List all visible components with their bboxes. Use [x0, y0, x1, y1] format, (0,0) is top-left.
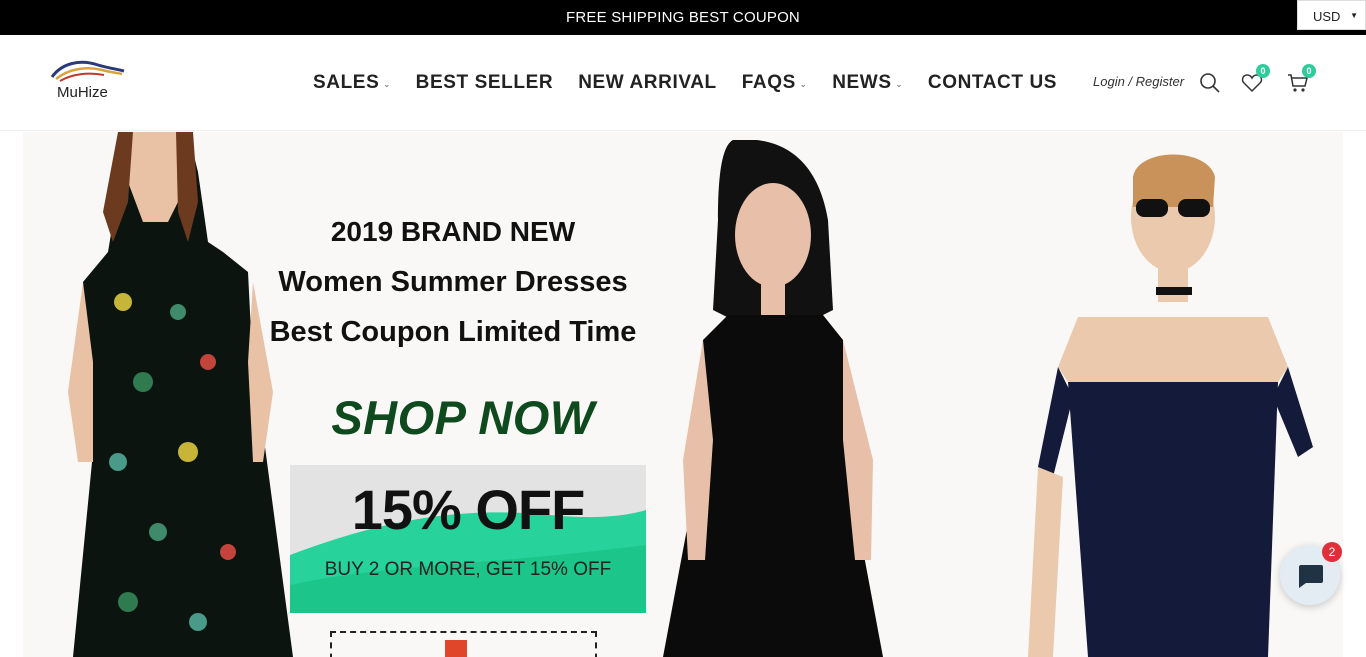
chevron-down-icon: ⌄ — [895, 80, 903, 89]
nav-label: BEST SELLER — [415, 72, 554, 93]
nav-label: FAQS — [741, 72, 796, 93]
announcement-text: FREE SHIPPING BEST COUPON — [566, 9, 800, 26]
brand-tag-icon — [445, 640, 467, 657]
nav-item-best-seller[interactable]: BEST SELLER — [416, 72, 554, 94]
currency-value: USD — [1313, 9, 1341, 24]
site-header: MuHize SALES ⌄ BEST SELLER NEW ARRIVAL F… — [0, 35, 1366, 131]
hero-line-3: Best Coupon Limited Time — [269, 316, 637, 348]
nav-label: SALES — [313, 72, 380, 93]
nav-label: NEW ARRIVAL — [578, 72, 717, 93]
logo-text: MuHize — [57, 84, 108, 101]
chevron-down-icon: ⌄ — [799, 80, 808, 89]
cart-button[interactable]: 0 — [1286, 64, 1316, 95]
nav-item-faqs[interactable]: FAQS ⌄ — [742, 72, 807, 94]
chevron-down-icon: ▼ — [1350, 11, 1358, 20]
nav-label: CONTACT US — [927, 72, 1058, 93]
chat-unread-badge: 2 — [1322, 542, 1342, 562]
shop-now-button[interactable]: SHOP NOW — [253, 390, 673, 445]
wishlist-button[interactable]: 0 — [1240, 64, 1270, 95]
nav-item-sales[interactable]: SALES ⌄ — [313, 72, 391, 94]
discount-subtext: BUY 2 OR MORE, GET 15% OFF — [324, 559, 612, 580]
coupon-code-box — [330, 631, 597, 657]
nav-item-news[interactable]: NEWS ⌄ — [832, 72, 903, 94]
nav-item-contact-us[interactable]: CONTACT US — [928, 72, 1057, 94]
wishlist-count-badge: 0 — [1256, 64, 1270, 78]
hero-line-1: 2019 BRAND NEW — [330, 216, 576, 247]
discount-card: 15% OFF BUY 2 OR MORE, GET 15% OFF — [290, 465, 646, 613]
cart-count-badge: 0 — [1302, 64, 1316, 78]
announcement-bar: FREE SHIPPING BEST COUPON USD ▼ — [0, 0, 1366, 35]
model-black-dress-image — [663, 140, 883, 657]
search-button[interactable] — [1198, 71, 1222, 95]
logo-car-icon — [50, 60, 125, 82]
search-icon — [1200, 73, 1220, 93]
discount-percent: 15% OFF — [351, 478, 586, 541]
nav-item-new-arrival[interactable]: NEW ARRIVAL — [578, 72, 717, 94]
chat-launcher-button[interactable]: 2 — [1280, 542, 1342, 605]
hero-line-2: Women Summer Dresses — [278, 266, 628, 298]
currency-selector[interactable]: USD ▼ — [1297, 0, 1366, 30]
login-register-link[interactable]: Login / Register — [1093, 74, 1184, 89]
logo[interactable]: MuHize — [50, 57, 126, 107]
chevron-down-icon: ⌄ — [383, 80, 391, 89]
hero-banner[interactable]: 2019 BRAND NEW Women Summer Dresses Best… — [23, 132, 1343, 657]
main-nav: SALES ⌄ BEST SELLER NEW ARRIVAL FAQS ⌄ N… — [313, 71, 1057, 95]
nav-label: NEWS — [832, 72, 892, 93]
